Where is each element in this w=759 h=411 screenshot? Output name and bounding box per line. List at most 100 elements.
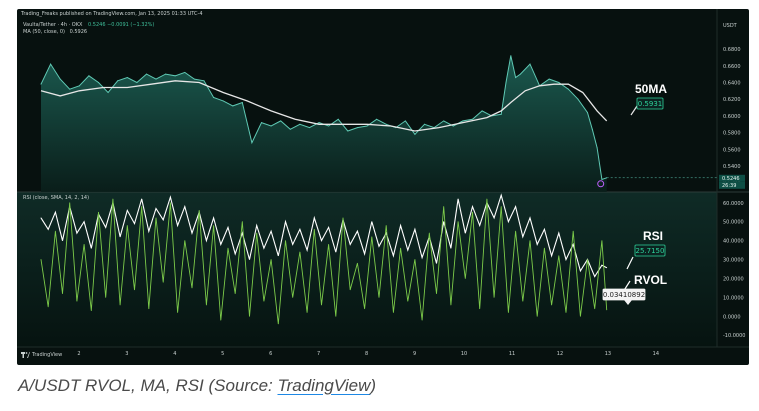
rsi-point: [285, 221, 286, 223]
rvol-point: [529, 240, 531, 242]
osc-tick-label: 60.0000: [723, 201, 744, 207]
rvol-point: [565, 312, 567, 313]
price-point: [414, 133, 416, 135]
chart-canvas: 0.6800 0.6600 0.6400 0.6200 0.6000 0.5800 0.56…: [17, 9, 749, 357]
ma-pointer: [630, 105, 638, 116]
rvol-point: [421, 319, 423, 321]
rvol-point: [62, 293, 63, 294]
rvol-point: [328, 244, 330, 245]
rvol-point: [184, 240, 186, 242]
rsi-point: [493, 217, 495, 219]
price-point: [155, 78, 157, 80]
rsi-point: [565, 259, 567, 260]
price-point: [596, 147, 598, 149]
rvol-point: [479, 308, 481, 310]
price-point: [443, 120, 445, 122]
rsi-point: [558, 232, 560, 234]
rvol-point: [515, 230, 517, 232]
price-point: [337, 118, 339, 120]
tv-logo-text: TradingView: [32, 352, 63, 358]
price-point: [515, 76, 517, 78]
rsi-point: [601, 264, 603, 266]
rvol-point: [450, 304, 452, 306]
price-point: [40, 83, 42, 85]
time-tick-label: 12: [557, 351, 563, 357]
rsi-title-label: RSI: [643, 229, 663, 243]
tradingview-logo: TradingView: [21, 352, 62, 358]
rsi-point: [119, 236, 121, 238]
rsi-point: [76, 232, 78, 234]
price-point: [462, 120, 464, 122]
rsi-point: [450, 247, 452, 249]
rvol-point: [292, 296, 294, 298]
rvol-point: [400, 247, 401, 249]
price-tick-label: 0.5800: [723, 131, 741, 137]
rvol-point: [205, 304, 207, 306]
price-point: [366, 125, 368, 127]
rvol-point: [551, 304, 552, 306]
rsi-point: [551, 255, 552, 257]
rsi-point: [227, 226, 229, 228]
rsi-point: [213, 217, 214, 219]
ma-label: MA (50, close, 0): [23, 29, 66, 35]
rsi-point: [500, 194, 502, 196]
rsi-point: [457, 198, 459, 200]
rsi-point: [105, 226, 107, 228]
price-point: [213, 97, 215, 99]
rvol-point: [234, 293, 236, 294]
rsi-point: [47, 228, 49, 230]
rsi-point: [148, 230, 150, 232]
time-tick-label: 2: [77, 351, 80, 357]
price-point: [145, 73, 147, 75]
price-point: [601, 178, 603, 180]
price-point: [347, 130, 349, 132]
price-pane: [40, 55, 717, 193]
price-point: [481, 110, 483, 112]
price-badge-label: 26:39: [722, 183, 736, 189]
rsi-point: [249, 259, 250, 260]
price-point: [98, 81, 100, 83]
rvol-point: [508, 312, 509, 313]
price-point: [519, 73, 521, 75]
rvol-point: [342, 217, 344, 219]
rvol-point: [500, 206, 502, 207]
rvol-point: [47, 306, 49, 308]
rsi-point: [90, 247, 92, 249]
price-point: [318, 122, 320, 124]
rsi-point: [400, 225, 401, 226]
rsi-value-box: 25.7150: [636, 247, 665, 255]
rsi-point: [321, 240, 322, 242]
time-tick-label: 11: [509, 351, 515, 357]
price-point: [270, 125, 272, 127]
rvol-point: [220, 319, 222, 321]
time-tick-label: 4: [173, 351, 176, 357]
ma-line: MA (50, close, 0) 0.5926: [23, 29, 87, 35]
rsi-point: [134, 223, 135, 224]
price-point: [126, 76, 128, 78]
rsi-point: [572, 244, 574, 245]
currency-label: USDT: [723, 23, 737, 29]
price-tick-label: 0.6400: [723, 80, 741, 86]
rsi-point: [436, 262, 437, 264]
price-point: [165, 73, 167, 75]
price-point: [376, 118, 378, 120]
price-point: [471, 118, 473, 120]
price-point: [385, 123, 387, 125]
rvol-point: [378, 296, 380, 298]
rvol-title-label: RVOL: [634, 273, 667, 287]
price-point: [50, 63, 52, 65]
rvol-point: [472, 211, 473, 213]
price-point: [505, 81, 507, 83]
price-point: [59, 78, 61, 80]
rvol-point: [558, 255, 560, 257]
rsi-point: [371, 221, 373, 223]
rvol-point: [105, 296, 107, 298]
rvol-point: [522, 300, 524, 302]
rsi-point: [162, 219, 164, 221]
price-tick-label: 0.6600: [723, 64, 741, 70]
rvol-point: [428, 232, 430, 234]
rsi-point: [464, 232, 466, 234]
caption-source-link[interactable]: TradingView: [277, 376, 370, 395]
rvol-point: [134, 289, 135, 291]
time-tick-label: 3: [125, 351, 128, 357]
